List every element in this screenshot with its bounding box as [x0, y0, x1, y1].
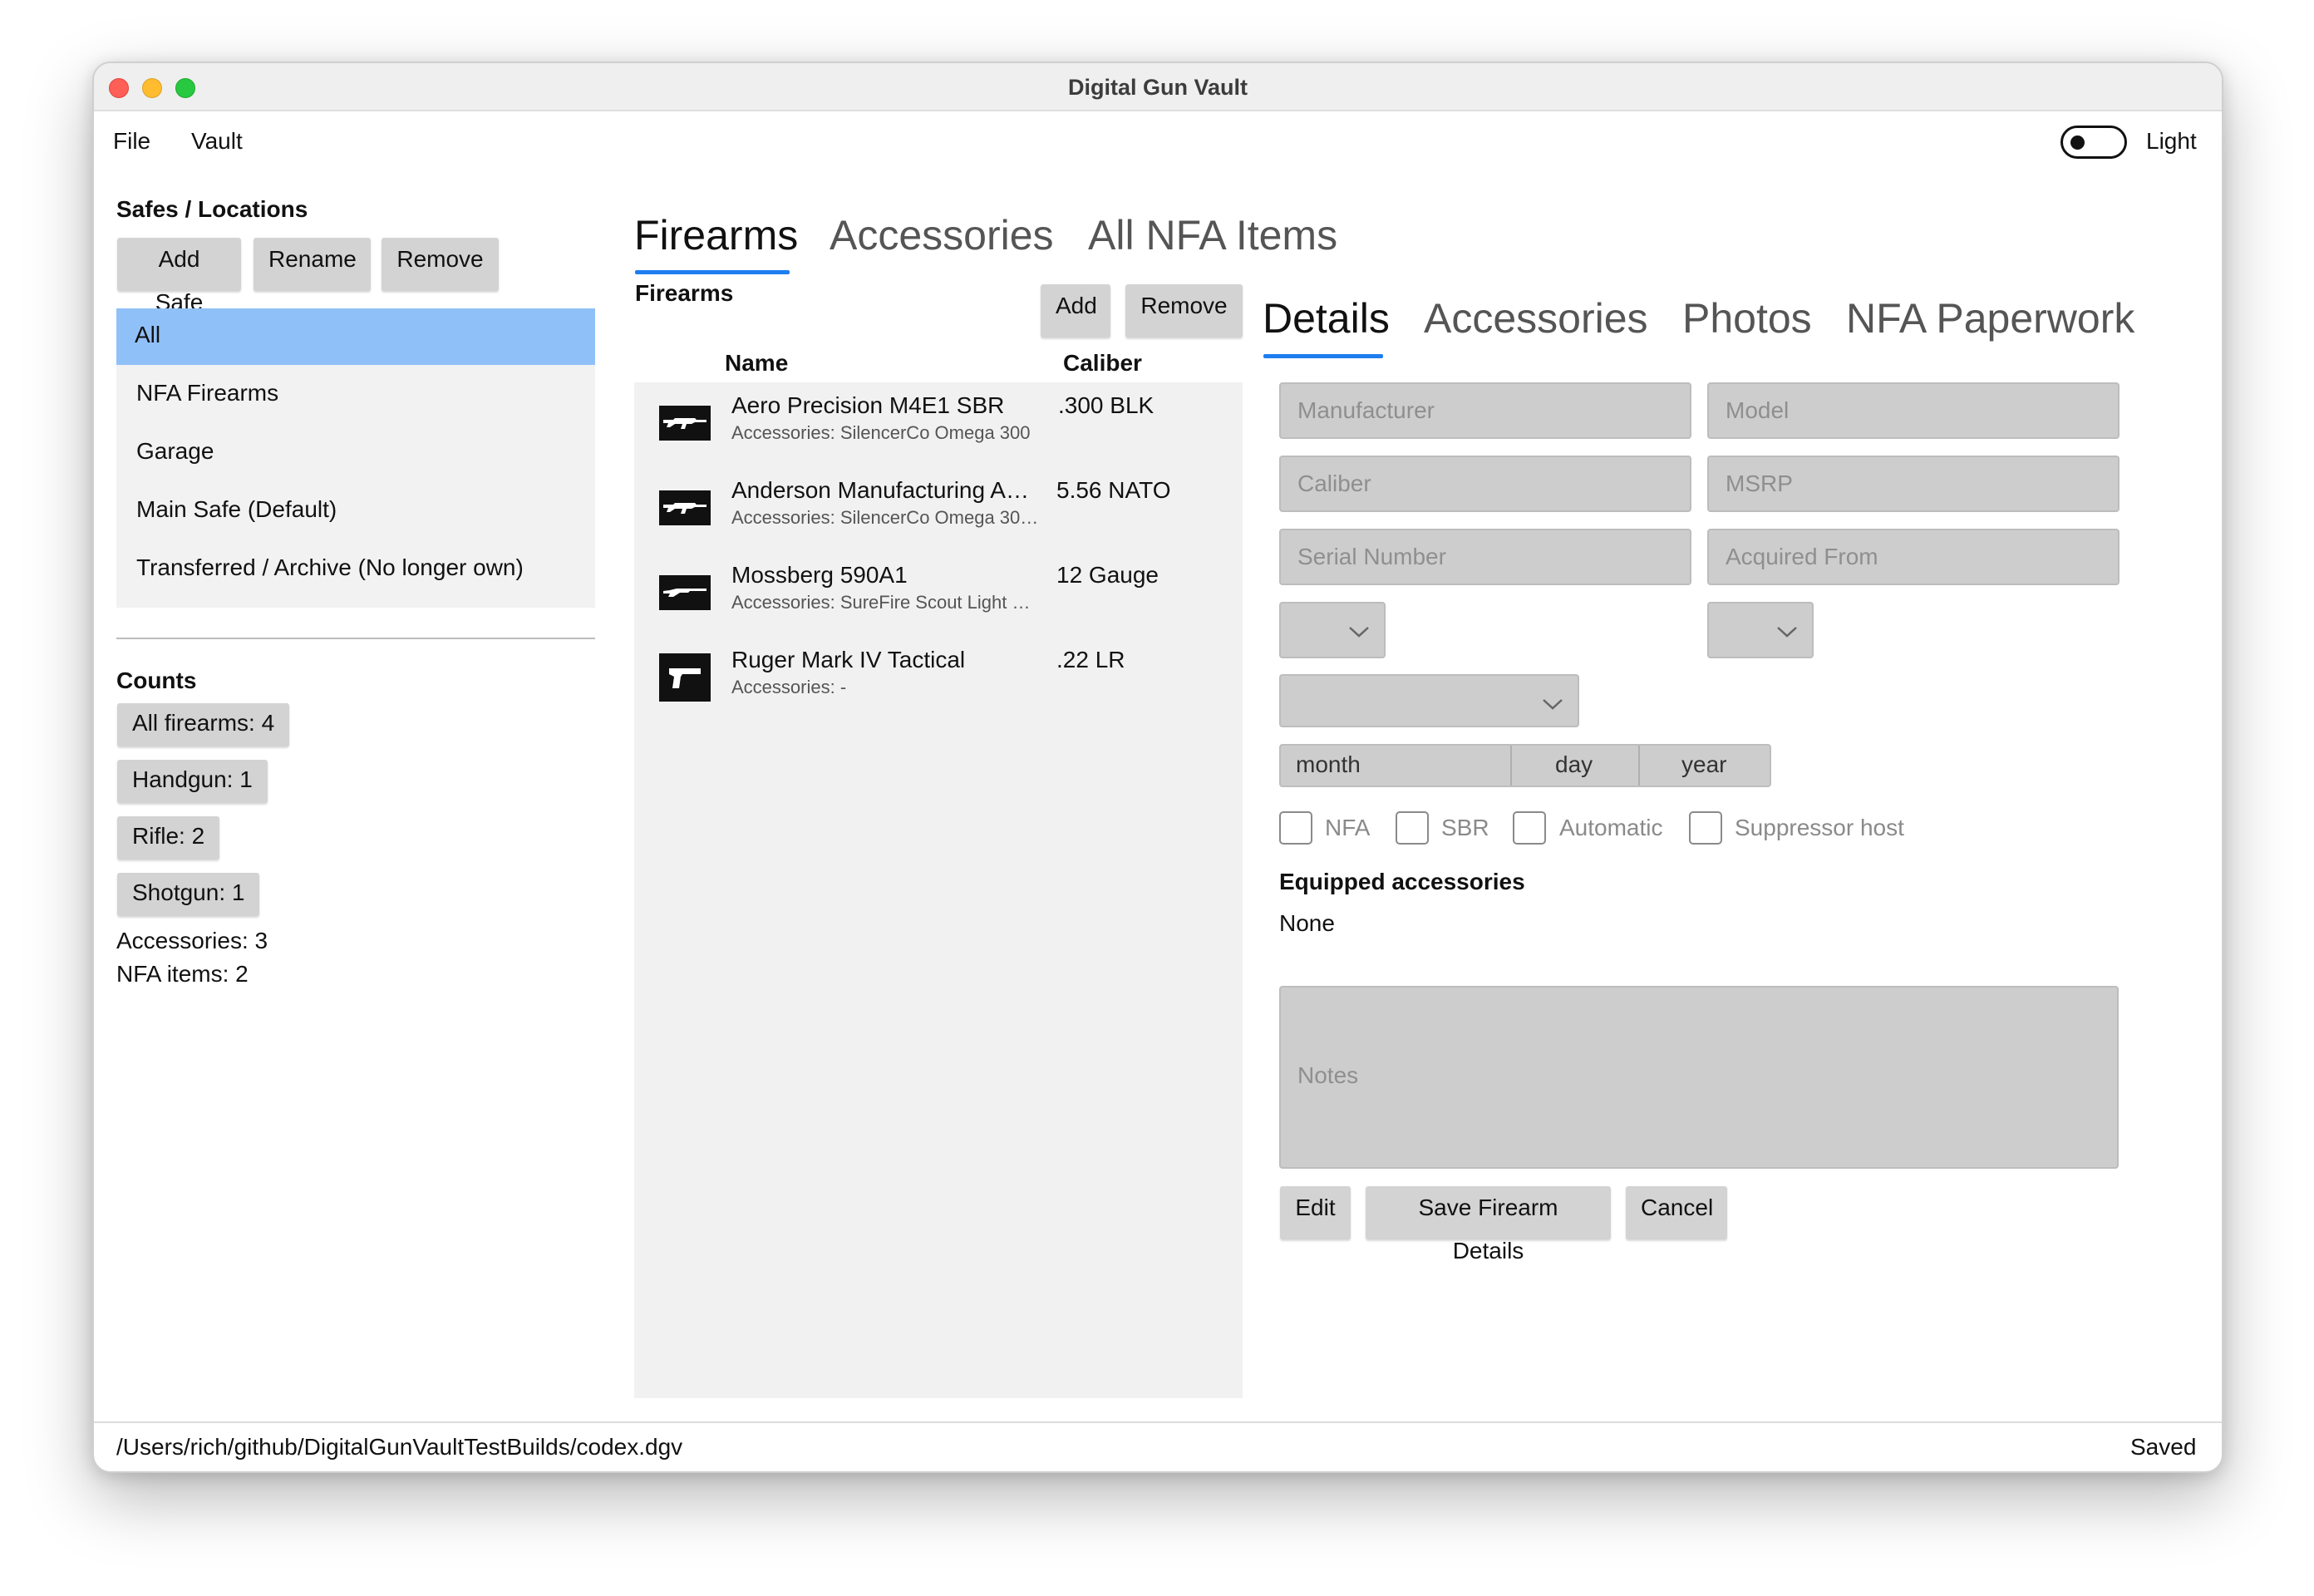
date-separator: [1638, 746, 1640, 786]
caliber-field[interactable]: Caliber: [1279, 456, 1691, 512]
safe-item-main-safe[interactable]: Main Safe (Default): [116, 483, 595, 539]
edit-button[interactable]: Edit: [1280, 1186, 1351, 1239]
safe-item-nfa-firearms[interactable]: NFA Firearms: [116, 367, 595, 423]
status-saved: Saved: [2130, 1434, 2197, 1460]
firearm-caliber: .22 LR: [1056, 647, 1125, 672]
count-nfa-items: NFA items: 2: [116, 961, 249, 987]
serial-number-field[interactable]: Serial Number: [1279, 529, 1691, 585]
count-rifle: Rifle: 2: [117, 816, 220, 860]
date-separator: [1510, 746, 1512, 786]
firearms-list-title: Firearms: [635, 280, 734, 306]
safe-item-all[interactable]: All: [116, 308, 595, 365]
firearm-caliber: .300 BLK: [1058, 392, 1155, 418]
safe-item-transferred[interactable]: Transferred / Archive (No longer own): [116, 541, 595, 598]
date-day[interactable]: day: [1555, 746, 1593, 786]
counts-title: Counts: [116, 667, 197, 693]
chevron-down-icon: [1777, 627, 1797, 638]
tab-nfa-paperwork[interactable]: NFA Paperwork: [1846, 294, 2134, 342]
safe-item-garage[interactable]: Garage: [116, 425, 595, 481]
notes-field[interactable]: Notes: [1279, 986, 2119, 1169]
save-firearm-details-button[interactable]: Save Firearm Details: [1366, 1186, 1611, 1264]
date-month[interactable]: month: [1296, 746, 1361, 786]
firearm-accessories: Accessories: SilencerCo Omega 300: [731, 422, 1031, 443]
window-title: Digital Gun Vault: [1067, 75, 1248, 100]
tab-accessories[interactable]: Accessories: [830, 211, 1054, 259]
theme-toggle[interactable]: [2060, 126, 2127, 159]
notes-placeholder: Notes: [1297, 1062, 1359, 1088]
firearm-name: Anderson Manufacturing A…: [731, 477, 1029, 503]
tab-firearms[interactable]: Firearms: [634, 211, 798, 259]
location-select[interactable]: [1279, 674, 1579, 727]
chevron-down-icon: [1543, 699, 1563, 710]
count-all-firearms: All firearms: 4: [117, 703, 290, 746]
rifle-icon: [659, 490, 711, 525]
acquired-date-field[interactable]: month day year: [1279, 744, 1771, 787]
manufacturer-field[interactable]: Manufacturer: [1279, 382, 1691, 439]
type-select[interactable]: [1279, 602, 1386, 658]
cancel-button[interactable]: Cancel: [1626, 1186, 1727, 1239]
equipped-accessories-title: Equipped accessories: [1279, 869, 1525, 894]
sbr-checkbox-label: SBR: [1441, 815, 1489, 840]
firearm-name: Ruger Mark IV Tactical: [731, 647, 966, 672]
rename-safe-button[interactable]: Rename: [254, 238, 371, 291]
nfa-checkbox-label: NFA: [1325, 815, 1371, 840]
shotgun-icon: [659, 575, 711, 610]
equipped-accessories-value: None: [1279, 910, 1335, 936]
firearm-caliber: 12 Gauge: [1056, 562, 1159, 588]
count-handgun: Handgun: 1: [117, 760, 268, 803]
sidebar-divider: [116, 638, 595, 639]
title-bar: Digital Gun Vault: [94, 63, 2222, 111]
firearm-accessories: Accessories: SureFire Scout Light …: [731, 592, 1031, 613]
date-year[interactable]: year: [1681, 746, 1726, 786]
safes-title: Safes / Locations: [116, 196, 308, 222]
status-divider: [94, 1421, 2222, 1423]
column-header-caliber[interactable]: Caliber: [1063, 350, 1142, 377]
acquired-from-field[interactable]: Acquired From: [1707, 529, 2120, 585]
tab-details-underline: [1263, 354, 1383, 358]
suppressor-host-checkbox-label: Suppressor host: [1735, 815, 1904, 840]
automatic-checkbox[interactable]: [1513, 811, 1546, 845]
menu-vault[interactable]: Vault: [191, 128, 243, 155]
tab-all-nfa-items[interactable]: All NFA Items: [1088, 211, 1337, 259]
pistol-icon: [659, 653, 711, 702]
count-accessories: Accessories: 3: [116, 928, 268, 953]
suppressor-host-checkbox[interactable]: [1689, 811, 1722, 845]
table-row[interactable]: Mossberg 590A1 Accessories: SureFire Sco…: [634, 552, 1243, 635]
firearm-accessories: Accessories: -: [731, 677, 847, 697]
tab-firearms-underline: [635, 270, 790, 274]
remove-safe-button[interactable]: Remove: [382, 238, 499, 291]
rifle-icon: [659, 406, 711, 441]
firearm-caliber: 5.56 NATO: [1056, 477, 1171, 503]
tab-photos[interactable]: Photos: [1682, 294, 1812, 342]
firearm-name: Aero Precision M4E1 SBR: [731, 392, 1005, 418]
remove-firearm-button[interactable]: Remove: [1125, 284, 1243, 337]
tab-details[interactable]: Details: [1263, 294, 1390, 342]
automatic-checkbox-label: Automatic: [1559, 815, 1663, 840]
msrp-field[interactable]: MSRP: [1707, 456, 2120, 512]
table-row[interactable]: Aero Precision M4E1 SBR Accessories: Sil…: [634, 382, 1243, 466]
add-safe-button[interactable]: Add Safe: [117, 238, 241, 315]
table-row[interactable]: Ruger Mark IV Tactical Accessories: - .2…: [634, 637, 1243, 720]
chevron-down-icon: [1349, 627, 1369, 638]
nfa-checkbox[interactable]: [1279, 811, 1312, 845]
firearms-list: Aero Precision M4E1 SBR Accessories: Sil…: [634, 382, 1243, 1398]
column-header-name[interactable]: Name: [725, 350, 788, 377]
toggle-knob: [2070, 135, 2085, 150]
firearm-accessories: Accessories: SilencerCo Omega 30…: [731, 507, 1039, 528]
add-firearm-button[interactable]: Add: [1041, 284, 1110, 337]
status-file-path: /Users/rich/github/DigitalGunVaultTestBu…: [116, 1434, 683, 1460]
tab-detail-accessories[interactable]: Accessories: [1424, 294, 1648, 342]
safes-list: All NFA Firearms Garage Main Safe (Defau…: [116, 308, 595, 608]
model-field[interactable]: Model: [1707, 382, 2120, 439]
firearm-name: Mossberg 590A1: [731, 562, 908, 588]
count-shotgun: Shotgun: 1: [117, 873, 260, 916]
menu-file[interactable]: File: [113, 128, 150, 155]
sbr-checkbox[interactable]: [1396, 811, 1429, 845]
table-row[interactable]: Anderson Manufacturing A… Accessories: S…: [634, 467, 1243, 550]
action-select[interactable]: [1707, 602, 1814, 658]
theme-label: Light: [2146, 128, 2197, 154]
